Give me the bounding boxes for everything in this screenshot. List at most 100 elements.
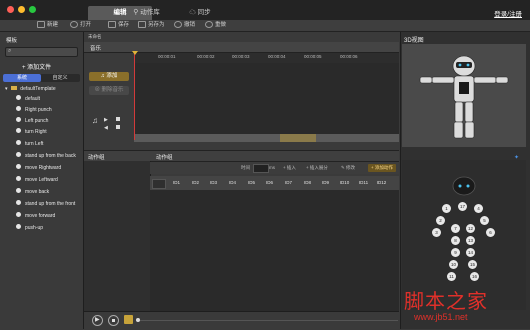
site-watermark: 脚本之家 www.jb51.net <box>400 281 530 329</box>
insert-button[interactable]: + 插入 <box>283 165 296 171</box>
music-label: 音乐 <box>90 46 102 52</box>
login-link[interactable]: 登录/注册 <box>494 8 522 18</box>
save-as-icon <box>138 21 146 29</box>
list-item[interactable]: stand up from the back <box>16 152 76 160</box>
delete-music-label: 删除音乐 <box>101 87 124 93</box>
playback-slider-handle[interactable] <box>136 318 140 322</box>
joint-5[interactable]: 5 <box>480 216 489 225</box>
template-folder[interactable]: ▾ defaultTemplate <box>5 86 56 92</box>
add-action-button[interactable]: + 添加动作 <box>368 164 396 172</box>
list-item[interactable]: move back <box>16 188 49 196</box>
joint-2[interactable]: 2 <box>436 216 445 225</box>
music-timeline[interactable] <box>134 63 399 139</box>
new-file-icon <box>37 21 45 29</box>
stop-music-icon[interactable] <box>116 117 120 121</box>
redo-button[interactable]: 重做 <box>205 21 226 30</box>
joint-10[interactable]: 10 <box>449 260 458 269</box>
joint-16[interactable]: 16 <box>470 272 479 281</box>
open-icon <box>70 21 78 29</box>
add-music-button[interactable]: ♫ 添加 <box>89 72 129 81</box>
loop-toggle[interactable] <box>124 315 133 324</box>
frame-item[interactable]: ID9 <box>317 180 334 185</box>
frame-grid[interactable] <box>150 176 399 311</box>
insert-icon: + <box>283 165 286 170</box>
music-track-selection[interactable] <box>280 134 316 142</box>
playhead-marker-icon[interactable] <box>132 51 138 55</box>
tab-system[interactable]: 系统 <box>3 74 41 82</box>
list-item[interactable]: turn Right <box>16 128 47 136</box>
undo-button[interactable]: 撤销 <box>174 21 195 30</box>
playhead[interactable] <box>134 53 135 140</box>
insert-split-button[interactable]: + 插入展分 <box>306 165 328 171</box>
save-button[interactable]: 保存 <box>108 21 129 30</box>
tab-custom[interactable]: 自定义 <box>41 74 79 82</box>
stop-button[interactable] <box>108 315 119 326</box>
list-item[interactable]: push-up <box>16 224 43 232</box>
joint-13[interactable]: 13 <box>466 236 475 245</box>
frame-item[interactable]: ID7 <box>280 180 297 185</box>
frame-thumb[interactable] <box>152 179 166 189</box>
list-item[interactable]: default <box>16 95 40 103</box>
action-check-icon <box>16 200 21 206</box>
pause-music-icon[interactable] <box>116 125 120 129</box>
joint-3[interactable]: 3 <box>432 228 441 237</box>
tab-sync[interactable]: ☁ 同步 <box>180 6 220 20</box>
maximize-window-icon[interactable] <box>29 6 36 13</box>
list-item[interactable]: Left punch <box>16 117 48 125</box>
cloud-icon: ☁ <box>189 9 196 16</box>
action-label: turn Left <box>25 141 44 147</box>
file-name: 未命名 <box>88 34 102 39</box>
joint-15[interactable]: 15 <box>468 260 477 269</box>
play-button[interactable]: ▶ <box>92 315 103 326</box>
frame-item[interactable]: ID5 <box>243 180 260 185</box>
new-button[interactable]: 新建 <box>37 21 58 30</box>
list-item[interactable]: Right punch <box>16 106 52 114</box>
frame-item[interactable]: ID3 <box>205 180 222 185</box>
joint-6[interactable]: 6 <box>486 228 495 237</box>
delete-music-button[interactable]: ⊗ 删除音乐 <box>89 86 129 95</box>
close-window-icon[interactable] <box>7 6 14 13</box>
playback-track[interactable] <box>136 320 398 321</box>
joint-4[interactable]: 4 <box>474 204 483 213</box>
joint-14[interactable]: 14 <box>466 248 475 257</box>
frame-item[interactable]: ID8 <box>299 180 316 185</box>
list-item[interactable]: stand up from the front <box>16 200 75 208</box>
frame-item[interactable]: ID10 <box>336 180 353 185</box>
frame-item[interactable]: ID12 <box>373 180 390 185</box>
rewind-icon[interactable]: ◀ <box>104 125 108 131</box>
joint-1[interactable]: 1 <box>442 204 451 213</box>
minimize-window-icon[interactable] <box>18 6 25 13</box>
robot-3d-view[interactable] <box>402 44 526 147</box>
list-item[interactable]: turn Left <box>16 140 43 148</box>
list-item[interactable]: move Leftward <box>16 176 58 184</box>
save-as-button[interactable]: 另存为 <box>138 21 165 30</box>
frame-item[interactable]: ID4 <box>224 180 241 185</box>
watermark-title: 脚本之家 <box>404 289 488 313</box>
frame-item[interactable]: ID1 <box>168 180 185 185</box>
frame-item[interactable]: ID2 <box>187 180 204 185</box>
frame-item[interactable]: ID6 <box>261 180 278 185</box>
time-input[interactable] <box>253 164 269 173</box>
action-group-list[interactable] <box>84 161 151 311</box>
play-icon: ▶ <box>95 317 100 323</box>
list-item[interactable]: move forward <box>16 212 55 220</box>
joint-9[interactable]: 9 <box>451 248 460 257</box>
joint-17[interactable]: 17 <box>458 202 467 211</box>
open-button[interactable]: 打开 <box>70 21 91 30</box>
action-check-icon <box>16 176 21 182</box>
folder-expand-icon[interactable]: ▾ <box>5 86 8 92</box>
joint-7[interactable]: 7 <box>451 224 460 233</box>
ruler-tick-label: 00:00:06 <box>340 54 358 59</box>
joint-8[interactable]: 8 <box>451 236 460 245</box>
tab-action-library[interactable]: ⚲ 动作库 <box>124 6 169 20</box>
joint-12[interactable]: 12 <box>466 224 475 233</box>
add-file-button[interactable]: + 添加文件 <box>22 62 51 71</box>
ruler-tick-label: 00:00:05 <box>304 54 322 59</box>
list-item[interactable]: move Rightward <box>16 164 61 172</box>
frame-item[interactable]: ID11 <box>355 180 372 185</box>
modify-button[interactable]: ✎ 修改 <box>341 165 355 171</box>
template-search-input[interactable]: ⌕ <box>5 47 78 57</box>
music-track-strip[interactable] <box>134 134 399 142</box>
joint-11[interactable]: 11 <box>447 272 456 281</box>
play-music-icon[interactable]: ▶ <box>104 117 108 123</box>
